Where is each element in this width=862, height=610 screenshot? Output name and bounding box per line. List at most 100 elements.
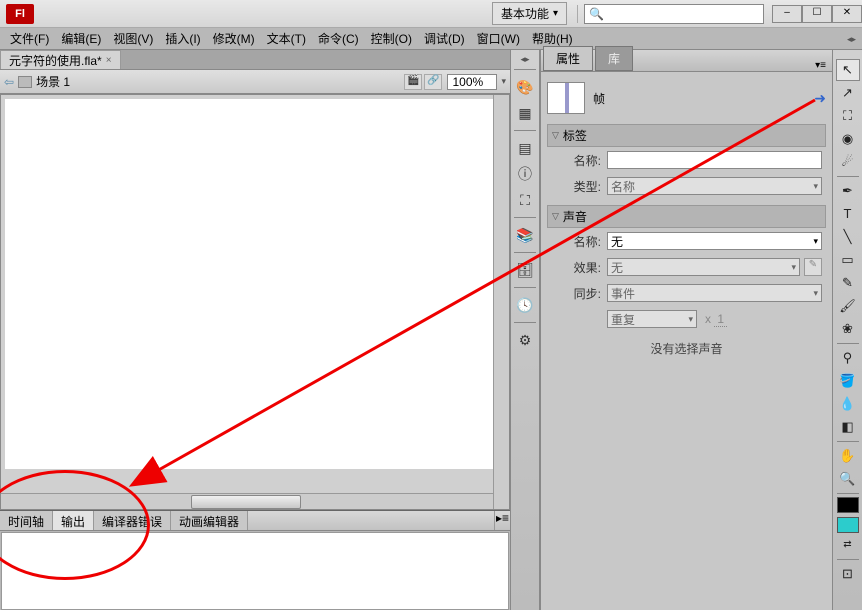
app-logo: Fl (6, 4, 34, 24)
library-panel-icon[interactable]: 📚 (514, 224, 536, 246)
stroke-color[interactable] (837, 497, 859, 513)
scene-name: 场景 1 (36, 73, 403, 90)
pencil-tool[interactable]: ✎ (836, 272, 860, 294)
snap-option[interactable]: ⊡ (836, 563, 860, 585)
3d-rotate-tool[interactable]: ◉ (836, 128, 860, 150)
zoom-input[interactable] (447, 74, 497, 90)
horizontal-scrollbar[interactable] (1, 493, 493, 509)
pen-tool[interactable]: ✒ (836, 180, 860, 202)
tab-motion-editor[interactable]: 动画编辑器 (171, 511, 248, 530)
edit-scene-button[interactable]: 🎬 (404, 74, 422, 90)
menu-bar: 文件(F) 编辑(E) 视图(V) 插入(I) 修改(M) 文本(T) 命令(C… (0, 28, 862, 50)
selection-tool[interactable]: ↖ (836, 59, 860, 81)
repeat-count[interactable]: x 1 (705, 312, 727, 326)
eraser-tool[interactable]: ◧ (836, 416, 860, 438)
mid-dock: ◂▸ 🎨 ▦ ▤ ⓘ ⛶ 📚 🗄 🕓 ⚙ (510, 50, 540, 610)
close-button[interactable]: ✕ (832, 5, 862, 23)
scene-icon (18, 76, 32, 88)
label-name-input[interactable] (607, 151, 822, 169)
sound-name-dropdown[interactable]: 无 (607, 232, 822, 250)
edit-effect-button[interactable]: ✎ (804, 258, 822, 276)
menu-view[interactable]: 视图(V) (107, 28, 159, 49)
label-type: 类型: (551, 178, 601, 195)
tool-expand-icon[interactable]: ◂▸ (847, 34, 856, 45)
tab-library[interactable]: 库 (595, 46, 633, 71)
stage-canvas[interactable] (5, 99, 495, 469)
info-panel-icon[interactable]: ⓘ (514, 163, 536, 185)
menu-control[interactable]: 控制(O) (365, 28, 418, 49)
maximize-button[interactable]: ☐ (802, 5, 832, 23)
panel-menu-icon[interactable]: ▸≡ (494, 511, 510, 530)
zoom-tool[interactable]: 🔍 (836, 468, 860, 490)
components-panel-icon[interactable]: ⚙ (514, 329, 536, 351)
sound-sync-dropdown[interactable]: 事件 (607, 284, 822, 302)
sound-repeat-dropdown[interactable]: 重复 (607, 310, 697, 328)
rectangle-tool[interactable]: ▭ (836, 249, 860, 271)
swatches-panel-icon[interactable]: ▦ (514, 102, 536, 124)
frame-thumb-icon (547, 82, 585, 114)
properties-panel: 属性 库 ▾≡ 帧 ➜ 标签 名称: 类型: 名称 声音 名称: 无 (540, 50, 832, 610)
zoom-dropdown-icon[interactable]: ▾ (501, 76, 506, 87)
vertical-scrollbar[interactable] (493, 95, 509, 509)
no-sound-message: 没有选择声音 (547, 332, 826, 365)
free-transform-tool[interactable]: ⛶ (836, 105, 860, 127)
document-tabs: 元字符的使用.fla* × (0, 50, 510, 70)
workspace-selector[interactable]: 基本功能 (492, 2, 567, 25)
project-panel-icon[interactable]: 🗄 (514, 259, 536, 281)
stage-area[interactable] (0, 94, 510, 510)
lasso-tool[interactable]: ☄ (836, 151, 860, 173)
tab-timeline[interactable]: 时间轴 (0, 511, 53, 530)
output-body (1, 532, 509, 610)
section-sound[interactable]: 声音 (547, 205, 826, 228)
sound-effect-label: 效果: (551, 259, 601, 276)
instance-help-icon[interactable]: ➜ (814, 90, 826, 107)
title-bar: Fl 基本功能 🔍 – ☐ ✕ (0, 0, 862, 28)
close-tab-icon[interactable]: × (106, 55, 112, 66)
edit-symbols-button[interactable]: 🔗 (424, 74, 442, 90)
back-icon[interactable]: ⇦ (4, 75, 14, 89)
color-panel-icon[interactable]: 🎨 (514, 76, 536, 98)
eyedropper-tool[interactable]: 💧 (836, 393, 860, 415)
bone-tool[interactable]: ⚲ (836, 347, 860, 369)
tab-output[interactable]: 输出 (53, 511, 94, 530)
scrollbar-thumb[interactable] (191, 495, 301, 509)
paint-bucket-tool[interactable]: 🪣 (836, 370, 860, 392)
line-tool[interactable]: ╲ (836, 226, 860, 248)
tab-compiler-errors[interactable]: 编译器错误 (94, 511, 171, 530)
dock-expand-icon[interactable]: ◂▸ (520, 54, 529, 65)
label-name: 名称: (551, 152, 601, 169)
swap-colors[interactable]: ⇄ (836, 534, 860, 556)
menu-modify[interactable]: 修改(M) (207, 28, 261, 49)
document-tab[interactable]: 元字符的使用.fla* × (0, 50, 121, 69)
brush-tool[interactable]: 🖌 (836, 295, 860, 317)
search-icon: 🔍 (589, 7, 604, 21)
menu-window[interactable]: 窗口(W) (471, 28, 526, 49)
section-label[interactable]: 标签 (547, 124, 826, 147)
minimize-button[interactable]: – (772, 5, 802, 23)
menu-edit[interactable]: 编辑(E) (55, 28, 107, 49)
fill-color[interactable] (837, 517, 859, 533)
menu-commands[interactable]: 命令(C) (312, 28, 365, 49)
history-panel-icon[interactable]: 🕓 (514, 294, 536, 316)
align-panel-icon[interactable]: ▤ (514, 137, 536, 159)
panel-options-icon[interactable]: ▾≡ (809, 60, 832, 71)
deco-tool[interactable]: ❀ (836, 318, 860, 340)
transform-panel-icon[interactable]: ⛶ (514, 189, 536, 211)
menu-file[interactable]: 文件(F) (4, 28, 55, 49)
search-input[interactable] (608, 8, 748, 20)
menu-debug[interactable]: 调试(D) (418, 28, 471, 49)
divider (577, 5, 578, 23)
sound-name-label: 名称: (551, 233, 601, 250)
sound-effect-dropdown[interactable]: 无 (607, 258, 800, 276)
tool-strip: ◂▸ ↖ ↗ ⛶ ◉ ☄ ✒ T ╲ ▭ ✎ 🖌 ❀ ⚲ 🪣 💧 ◧ ✋ 🔍 ⇄… (832, 50, 862, 610)
bottom-panel: 时间轴 输出 编译器错误 动画编辑器 ▸≡ (0, 510, 510, 610)
menu-text[interactable]: 文本(T) (261, 28, 312, 49)
hand-tool[interactable]: ✋ (836, 445, 860, 467)
subselection-tool[interactable]: ↗ (836, 82, 860, 104)
tab-properties[interactable]: 属性 (543, 46, 593, 71)
sound-sync-label: 同步: (551, 285, 601, 302)
label-type-dropdown[interactable]: 名称 (607, 177, 822, 195)
search-box[interactable]: 🔍 (584, 4, 764, 24)
menu-insert[interactable]: 插入(I) (159, 28, 206, 49)
text-tool[interactable]: T (836, 203, 860, 225)
